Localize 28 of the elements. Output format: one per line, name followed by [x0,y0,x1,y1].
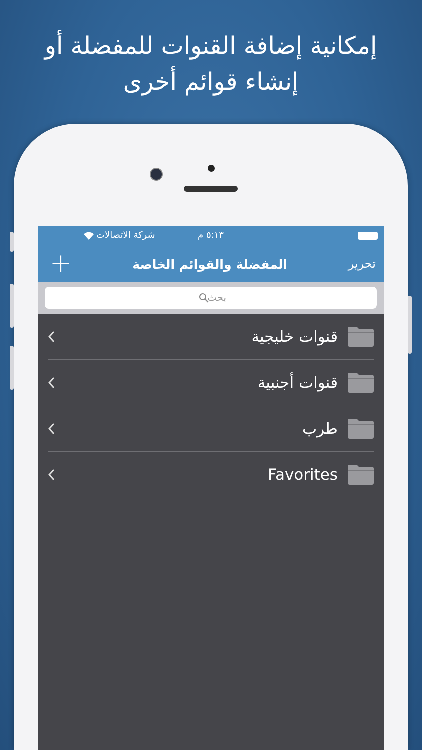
folder-name: Favorites [266,466,338,484]
sensor-icon [208,164,214,172]
folder-icon [348,326,374,346]
wifi-icon [84,232,94,240]
add-button[interactable]: + [50,251,72,277]
chevron-icon [48,422,56,434]
folder-row[interactable]: قنوات أجنبية [48,360,374,406]
nav-title: المفضلة والقوائم الخاصة [132,256,288,272]
camera-icon [150,168,163,181]
chevron-icon [48,377,56,389]
folder-row[interactable]: Favorites [48,452,374,498]
carrier-label: شركة الاتصالات [96,231,156,241]
folder-name: قنوات خليجية [250,328,338,346]
folder-icon [348,465,374,485]
folder-row[interactable]: قنوات خليجية [48,314,374,360]
edit-button[interactable]: تحرير [348,257,376,271]
headline: إمكانية إضافة القنوات للمفضلة أو إنشاء قوائم أخرى [42,29,378,98]
speaker-grille [184,186,238,192]
folder-row[interactable]: طرب [48,406,374,452]
folder-name: طرب [302,420,338,438]
folder-icon [348,418,374,438]
chevron-icon [48,330,56,342]
chevron-icon [48,469,56,481]
folder-icon [348,373,374,393]
folder-name: قنوات أجنبية [256,374,338,392]
clock: ٥:١٣ م [198,231,224,241]
search-field[interactable]: بحث [45,287,377,309]
battery-icon [358,232,378,240]
